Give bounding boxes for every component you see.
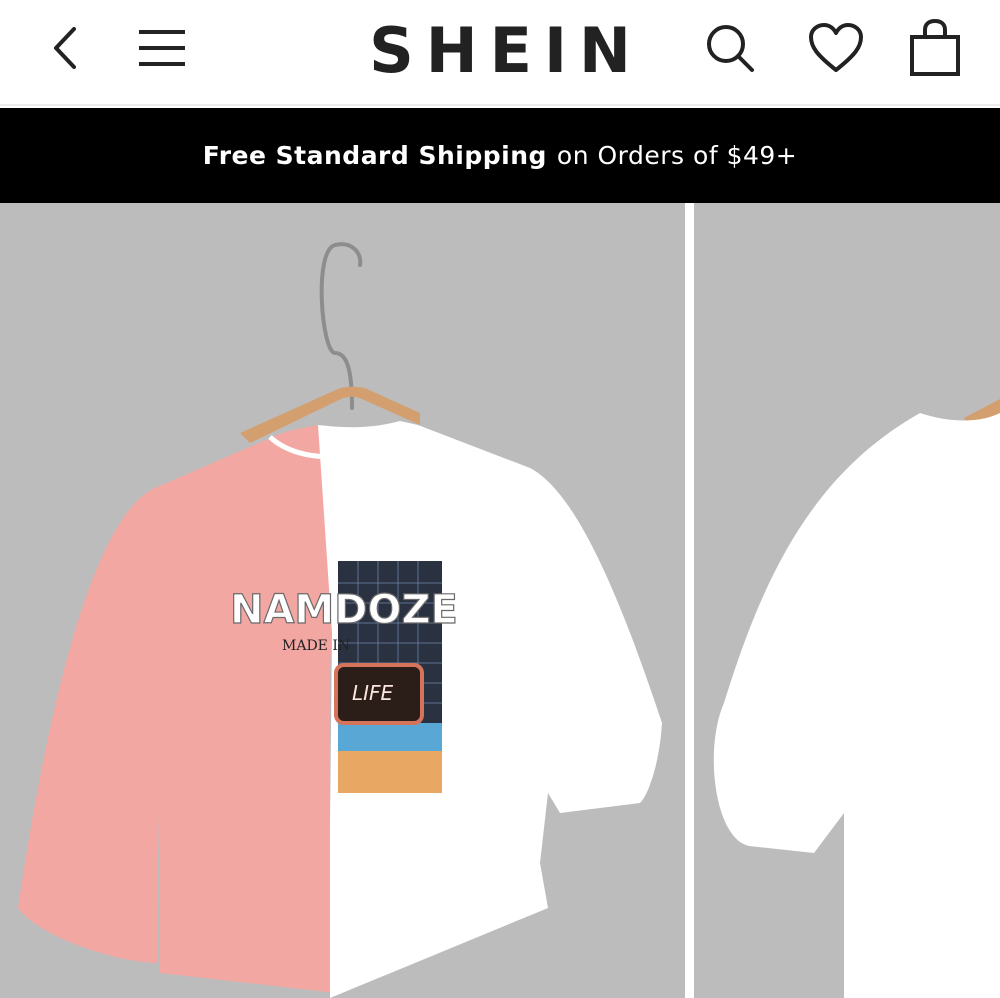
heart-icon xyxy=(809,23,863,72)
promo-rest-text: on Orders of $49+ xyxy=(556,141,798,170)
search-button[interactable] xyxy=(700,18,760,78)
product-image-back[interactable] xyxy=(694,203,1000,998)
graphic-main-text: NAMDOZE xyxy=(230,587,458,633)
shipping-promo-banner[interactable]: Free Standard Shipping on Orders of $49+ xyxy=(0,108,1000,203)
product-image-front[interactable]: NAMDOZE MADE IN LIFE xyxy=(0,203,685,998)
promo-bold-text: Free Standard Shipping xyxy=(202,141,547,170)
tshirt-front-illustration: NAMDOZE MADE IN LIFE xyxy=(0,203,685,998)
bag-button[interactable] xyxy=(905,18,965,78)
tshirt-back-illustration xyxy=(694,203,1000,998)
graphic-sub-text: MADE IN xyxy=(282,638,350,654)
product-image-gallery[interactable]: NAMDOZE MADE IN LIFE xyxy=(0,203,1000,998)
wishlist-button[interactable] xyxy=(806,18,866,78)
shopping-bag-icon xyxy=(910,18,960,76)
graphic-sign-text: LIFE xyxy=(352,681,394,705)
search-icon xyxy=(707,25,754,72)
top-header: SHEIN xyxy=(0,0,1000,106)
